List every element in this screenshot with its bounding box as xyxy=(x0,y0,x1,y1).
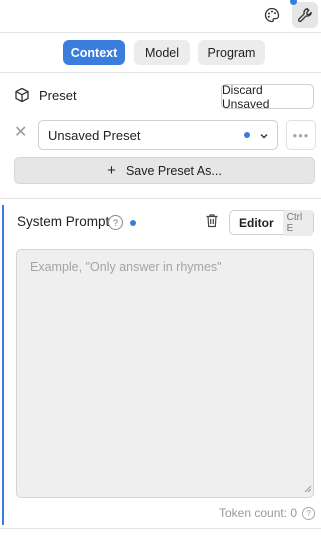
chevron-down-icon xyxy=(259,129,269,144)
editor-button[interactable]: Editor Ctrl E xyxy=(229,209,314,236)
clear-preset-icon[interactable]: ✕ xyxy=(14,125,30,141)
divider xyxy=(0,528,321,529)
preset-select-value: Unsaved Preset xyxy=(48,128,141,143)
unsaved-dot xyxy=(130,220,136,226)
wrench-icon[interactable] xyxy=(292,2,318,28)
preset-select[interactable]: Unsaved Preset xyxy=(38,120,278,150)
editor-shortcut: Ctrl E xyxy=(282,209,313,236)
unsaved-dot xyxy=(244,132,250,138)
divider xyxy=(0,32,321,33)
divider xyxy=(0,72,321,73)
trash-icon[interactable] xyxy=(205,213,219,231)
system-prompt-placeholder: Example, "Only answer in rhymes" xyxy=(30,260,222,274)
section-accent-bar xyxy=(2,205,4,525)
more-options-button[interactable]: ••• xyxy=(286,120,316,150)
system-prompt-input[interactable]: Example, "Only answer in rhymes" xyxy=(16,249,314,498)
resize-handle-icon[interactable] xyxy=(304,481,312,496)
discard-unsaved-button[interactable]: Discard Unsaved xyxy=(221,83,314,111)
editor-label: Editor xyxy=(239,215,274,230)
tab-bar: Context Model Program xyxy=(0,40,321,66)
cube-icon xyxy=(14,87,30,106)
help-icon[interactable]: ? xyxy=(302,506,316,520)
token-count-label: Token count: 0 xyxy=(219,506,298,520)
tab-context[interactable]: Context xyxy=(63,40,125,65)
palette-icon[interactable] xyxy=(259,2,285,28)
tab-model[interactable]: Model xyxy=(134,40,190,65)
divider xyxy=(0,198,321,199)
save-preset-as-button[interactable]: + Save Preset As... xyxy=(14,157,315,184)
save-preset-label: Save Preset As... xyxy=(125,163,222,178)
top-toolbar xyxy=(0,0,321,32)
help-icon[interactable]: ? xyxy=(108,215,123,230)
token-count: Token count: 0 ? xyxy=(219,506,316,520)
tab-program[interactable]: Program xyxy=(198,40,265,65)
system-prompt-title: System Prompt xyxy=(17,214,110,229)
system-prompt-section: System Prompt ? Editor Ctrl E Example, "… xyxy=(0,205,321,527)
plus-icon: + xyxy=(107,161,116,179)
preset-label: Preset xyxy=(39,88,77,103)
